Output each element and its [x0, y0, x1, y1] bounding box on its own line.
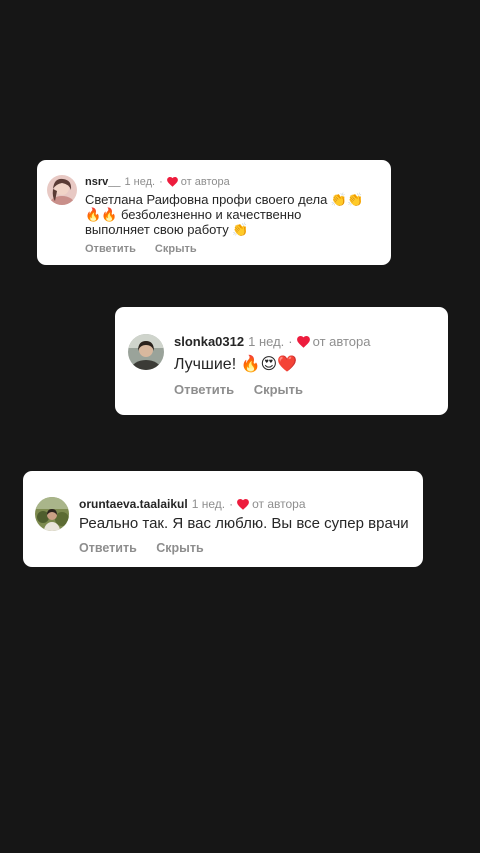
- comment-time: 1 нед.: [248, 334, 285, 349]
- avatar[interactable]: [47, 175, 77, 205]
- heart-icon: [237, 498, 250, 510]
- avatar[interactable]: [35, 497, 69, 531]
- comment-text-line: Светлана Раифовна профи своего дела 👏👏: [85, 192, 364, 207]
- comment-text-line: Реально так. Я вас люблю. Вы все супер в…: [79, 515, 409, 532]
- liked-by-author-label: от автора: [312, 334, 371, 349]
- meta-separator: ·: [288, 334, 293, 349]
- liked-by-author-label: от автора: [180, 176, 230, 188]
- comment-text-line: 🔥🔥 безболезненно и качественно: [85, 207, 302, 222]
- comment-text: Реально так. Я вас люблю. Вы все супер в…: [79, 515, 411, 533]
- meta-separator: ·: [229, 497, 234, 511]
- comment-text-line: Лучшие! 🔥😍❤️: [174, 356, 298, 373]
- hide-button[interactable]: Скрыть: [156, 541, 203, 555]
- reply-button[interactable]: Ответить: [85, 243, 136, 255]
- heart-icon: [296, 335, 310, 348]
- liked-by-author-label: от автора: [252, 497, 306, 511]
- hide-button[interactable]: Скрыть: [254, 382, 303, 397]
- reply-button[interactable]: Ответить: [174, 382, 234, 397]
- comment-username[interactable]: nsrv__: [85, 176, 120, 188]
- comment-time: 1 нед.: [191, 497, 226, 511]
- comment-text-line: выполняет свою работу 👏: [85, 222, 249, 237]
- hide-button[interactable]: Скрыть: [155, 243, 197, 255]
- comment-username[interactable]: slonka0312: [174, 334, 244, 349]
- avatar[interactable]: [128, 334, 164, 370]
- comment-card: slonka0312 1 нед. · от автора Лучшие! 🔥😍…: [115, 307, 448, 415]
- comment-username[interactable]: oruntaeva.taalaikul: [79, 497, 188, 511]
- comment-card: oruntaeva.taalaikul 1 нед. · от автора Р…: [23, 471, 423, 567]
- heart-icon: [166, 177, 178, 187]
- comment-time: 1 нед.: [124, 176, 156, 188]
- reply-button[interactable]: Ответить: [79, 541, 137, 555]
- comment-card: nsrv__ 1 нед. · от автора Светлана Раифо…: [37, 160, 391, 265]
- comment-text: Светлана Раифовна профи своего дела 👏👏 🔥…: [85, 192, 379, 237]
- comment-text: Лучшие! 🔥😍❤️: [174, 355, 436, 375]
- meta-separator: ·: [159, 176, 163, 188]
